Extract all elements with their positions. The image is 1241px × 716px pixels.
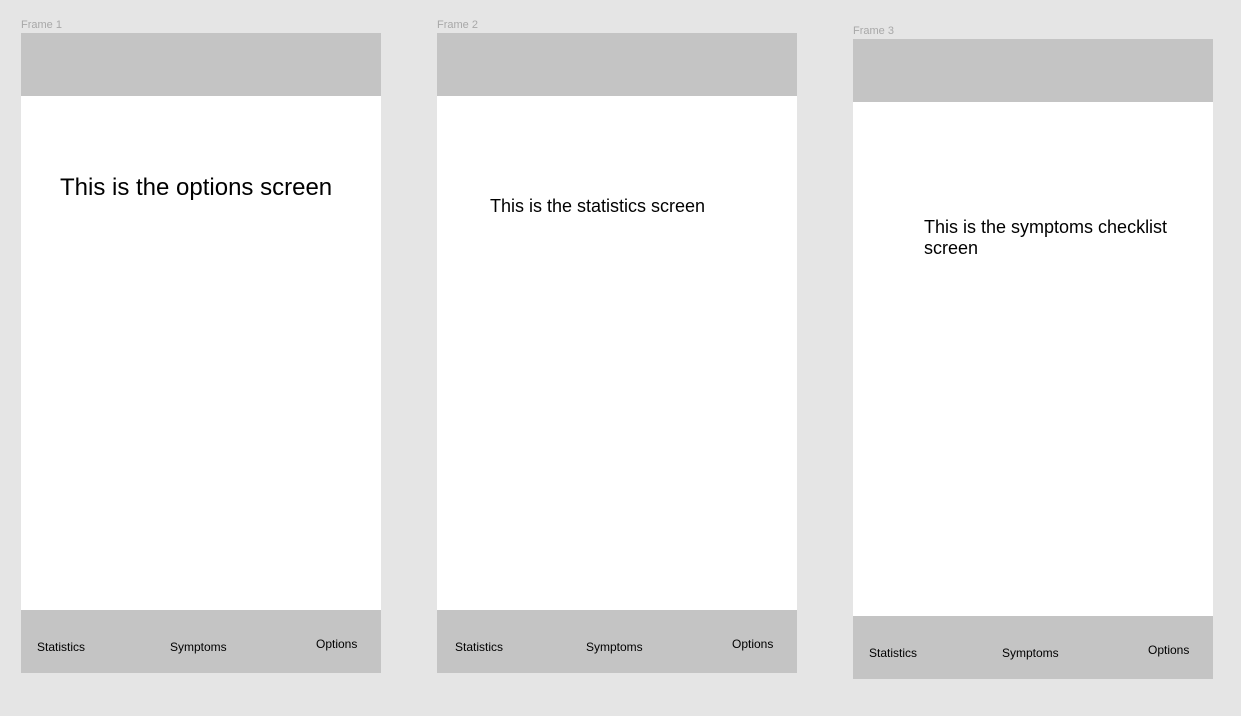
- nav-symptoms-button[interactable]: Symptoms: [170, 640, 227, 654]
- nav-statistics-button[interactable]: Statistics: [37, 640, 85, 654]
- app-header: [21, 33, 381, 96]
- frame-label-3[interactable]: Frame 3: [853, 25, 894, 37]
- design-canvas: Frame 1 This is the options screen Stati…: [0, 0, 1241, 716]
- app-header: [437, 33, 797, 96]
- frame-2-statistics-screen[interactable]: This is the statistics screen Statistics…: [437, 33, 797, 673]
- frame-1-options-screen[interactable]: This is the options screen Statistics Sy…: [21, 33, 381, 673]
- frame-3-symptoms-screen[interactable]: This is the symptoms checklist screen St…: [853, 39, 1213, 679]
- frame-label-2[interactable]: Frame 2: [437, 19, 478, 31]
- app-header: [853, 39, 1213, 102]
- nav-options-button[interactable]: Options: [732, 637, 773, 651]
- screen-title: This is the statistics screen: [490, 196, 706, 216]
- bottom-navigation: Statistics Symptoms Options: [437, 610, 797, 673]
- bottom-navigation: Statistics Symptoms Options: [21, 610, 381, 673]
- nav-symptoms-button[interactable]: Symptoms: [1002, 646, 1059, 660]
- nav-symptoms-button[interactable]: Symptoms: [586, 640, 643, 654]
- bottom-navigation: Statistics Symptoms Options: [853, 616, 1213, 679]
- screen-title: This is the options screen: [60, 174, 333, 201]
- nav-statistics-button[interactable]: Statistics: [869, 646, 917, 660]
- frame-label-1[interactable]: Frame 1: [21, 19, 62, 31]
- nav-options-button[interactable]: Options: [1148, 643, 1189, 657]
- screen-title: This is the symptoms checklist screen: [924, 217, 1168, 258]
- nav-options-button[interactable]: Options: [316, 637, 357, 651]
- nav-statistics-button[interactable]: Statistics: [455, 640, 503, 654]
